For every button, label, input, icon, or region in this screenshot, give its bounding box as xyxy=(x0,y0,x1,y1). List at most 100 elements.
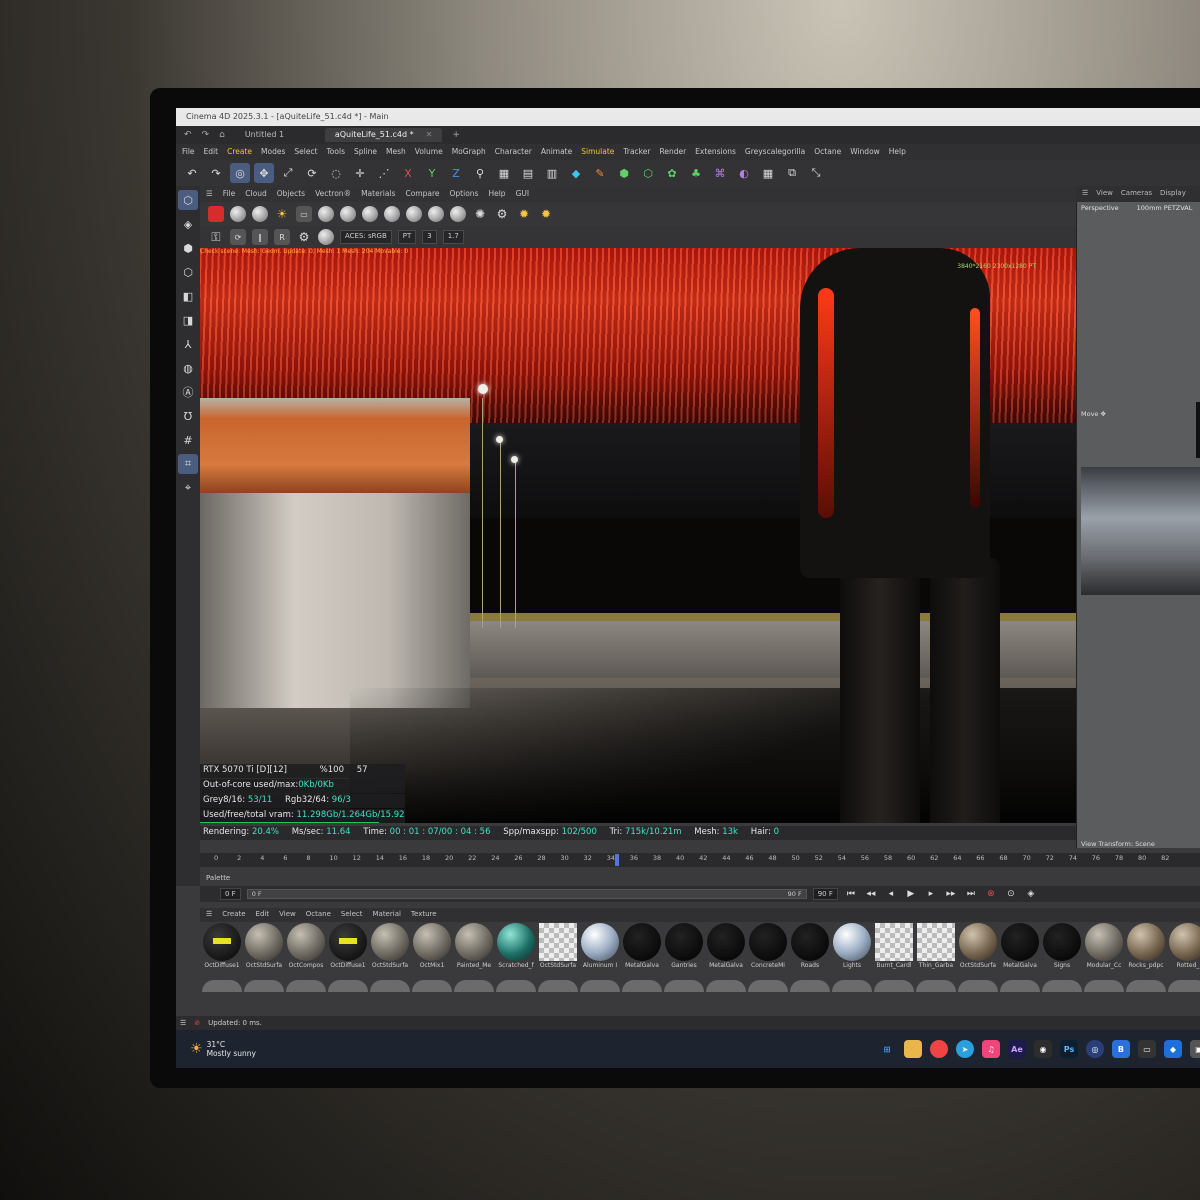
file-explorer-icon[interactable] xyxy=(903,1040,922,1058)
live-selection-icon[interactable]: ◎ xyxy=(230,163,250,183)
menu-simulate[interactable]: Simulate xyxy=(581,147,614,157)
render-viewport[interactable]: Check scene: Mesh: Geom. Update: 0; Mesh… xyxy=(200,248,1076,823)
material-swatch[interactable]: OctCompos xyxy=(286,923,326,979)
material-swatch-partial[interactable] xyxy=(244,980,284,992)
scene-icon[interactable]: ⌘ xyxy=(710,163,730,183)
next-frame-icon[interactable]: ▸ xyxy=(924,887,938,901)
menu-mesh[interactable]: Mesh xyxy=(386,147,406,157)
magnet-icon[interactable]: Ʊ xyxy=(178,406,198,426)
model-mode-icon[interactable]: ⬡ xyxy=(178,190,198,210)
go-to-end-icon[interactable]: ⏭ xyxy=(964,887,978,901)
undo-icon[interactable]: ↶ xyxy=(182,163,202,183)
settings-icon[interactable]: ⚙ xyxy=(494,206,510,222)
ov-menu-cloud[interactable]: Cloud xyxy=(245,189,266,199)
menu-icon[interactable]: ☰ xyxy=(206,189,213,199)
rp-menu-cameras[interactable]: Cameras xyxy=(1121,189,1152,199)
guide-icon[interactable]: ⌖ xyxy=(178,478,198,498)
material-swatch-partial[interactable] xyxy=(706,980,746,992)
rp-menu-display[interactable]: Display xyxy=(1160,189,1186,199)
timeline-ruler[interactable]: 0 2 4 6 8 10 12 14 16 18 20 22 24 26 28 30 32 34 36 38 40 42 4… xyxy=(200,853,1200,867)
tab-active-document[interactable]: aQuiteLife_51.c4d * ✕ xyxy=(324,128,443,142)
material-swatch-partial[interactable] xyxy=(1126,980,1166,992)
coordinate-icon[interactable]: ⋰ xyxy=(374,163,394,183)
color-space-select[interactable]: ACES: sRGB xyxy=(340,230,392,244)
end-frame-field[interactable]: 90 F xyxy=(812,888,838,900)
menu-file[interactable]: File xyxy=(182,147,195,157)
ov-menu-gui[interactable]: GUI xyxy=(516,189,530,199)
move-icon[interactable]: ✥ xyxy=(254,163,274,183)
snap-grid-icon[interactable]: # xyxy=(178,430,198,450)
x-axis-icon[interactable]: X xyxy=(398,163,418,183)
cube-icon[interactable]: ◆ xyxy=(566,163,586,183)
pause-icon[interactable]: ‖ xyxy=(252,229,268,245)
deformer-icon[interactable]: ⬡ xyxy=(638,163,658,183)
menu-volume[interactable]: Volume xyxy=(415,147,443,157)
music-icon[interactable]: ♫ xyxy=(981,1040,1000,1058)
material-swatch[interactable]: OctStdSurfa xyxy=(370,923,410,979)
material-swatch[interactable]: Aluminum I xyxy=(580,923,620,979)
uv-mode-icon[interactable]: ◍ xyxy=(178,358,198,378)
axis-mode-icon[interactable]: ⅄ xyxy=(178,334,198,354)
scale-icon[interactable]: ⤢ xyxy=(278,163,298,183)
y-axis-icon[interactable]: Y xyxy=(422,163,442,183)
blender-icon[interactable]: B xyxy=(1111,1040,1130,1058)
add-tab-icon[interactable]: + xyxy=(452,130,460,140)
tab-untitled[interactable]: Untitled 1 xyxy=(235,128,315,142)
ov-menu-vectron[interactable]: Vectron® xyxy=(315,189,351,199)
material-swatch[interactable]: ConcreteMi xyxy=(748,923,788,979)
refresh-icon[interactable]: ⟳ xyxy=(230,229,246,245)
generator-icon[interactable]: ⬢ xyxy=(614,163,634,183)
material-swatch[interactable]: OctStdSurfa xyxy=(958,923,998,979)
menu-tracker[interactable]: Tracker xyxy=(623,147,650,157)
daylight-icon[interactable]: ✹ xyxy=(538,206,554,222)
ov-menu-help[interactable]: Help xyxy=(488,189,505,199)
material-swatch-partial[interactable] xyxy=(496,980,536,992)
camera-icon[interactable]: ◐ xyxy=(734,163,754,183)
render-settings-icon[interactable]: ▥ xyxy=(542,163,562,183)
ov-menu-materials[interactable]: Materials xyxy=(361,189,395,199)
material-swatch-partial[interactable] xyxy=(412,980,452,992)
material-swatch-partial[interactable] xyxy=(832,980,872,992)
lock-icon[interactable]: ⚿ xyxy=(208,229,224,245)
remote-icon[interactable]: ◆ xyxy=(1163,1040,1182,1058)
workplane-snap-icon[interactable]: ⌗ xyxy=(178,454,198,474)
ov-menu-file[interactable]: File xyxy=(223,189,236,199)
restart-render-icon[interactable] xyxy=(230,206,246,222)
material-swatch-partial[interactable] xyxy=(748,980,788,992)
z-axis-icon[interactable]: Z xyxy=(446,163,466,183)
cinema4d-icon[interactable]: ◎ xyxy=(1085,1040,1104,1058)
region-render-icon[interactable]: R xyxy=(274,229,290,245)
menu-icon[interactable]: ☰ xyxy=(1082,189,1088,199)
snap-icon[interactable]: ⧉ xyxy=(782,163,802,183)
ov-menu-options[interactable]: Options xyxy=(450,189,479,199)
range-slider[interactable]: 0 F 90 F xyxy=(246,889,807,899)
menu-select[interactable]: Select xyxy=(294,147,317,157)
menu-help[interactable]: Help xyxy=(889,147,906,157)
material-swatch[interactable]: Lights xyxy=(832,923,872,979)
material-ball-3-icon[interactable] xyxy=(406,206,422,222)
pick-focus-icon[interactable] xyxy=(318,206,334,222)
material-swatch-partial[interactable] xyxy=(1000,980,1040,992)
spline-icon[interactable]: ✎ xyxy=(590,163,610,183)
play-icon[interactable]: ▶ xyxy=(904,887,918,901)
analyze-icon[interactable]: Ⓐ xyxy=(178,382,198,402)
menu-icon[interactable]: ☰ xyxy=(206,910,212,920)
record-icon[interactable]: ⊗ xyxy=(984,887,998,901)
value-a-field[interactable]: 3 xyxy=(422,230,437,244)
menu-animate[interactable]: Animate xyxy=(541,147,572,157)
material-swatch[interactable]: Signs xyxy=(1042,923,1082,979)
ov-menu-compare[interactable]: Compare xyxy=(405,189,439,199)
render-region-icon[interactable]: ▦ xyxy=(494,163,514,183)
material-ball-4-icon[interactable] xyxy=(428,206,444,222)
region-icon[interactable]: ▭ xyxy=(296,206,312,222)
previous-frame-icon[interactable]: ◂ xyxy=(884,887,898,901)
material-swatch[interactable]: OctStdSurfa xyxy=(538,923,578,979)
redo-icon[interactable]: ↷ xyxy=(202,130,210,140)
send-scene-icon[interactable] xyxy=(208,206,224,222)
next-key-icon[interactable]: ▸▸ xyxy=(944,887,958,901)
material-ball-1-icon[interactable] xyxy=(362,206,378,222)
material-ball-2-icon[interactable] xyxy=(384,206,400,222)
autokey-icon[interactable]: ⊙ xyxy=(1004,887,1018,901)
sun-icon[interactable]: ☀ xyxy=(274,206,290,222)
rotate-icon[interactable]: ⟳ xyxy=(302,163,322,183)
